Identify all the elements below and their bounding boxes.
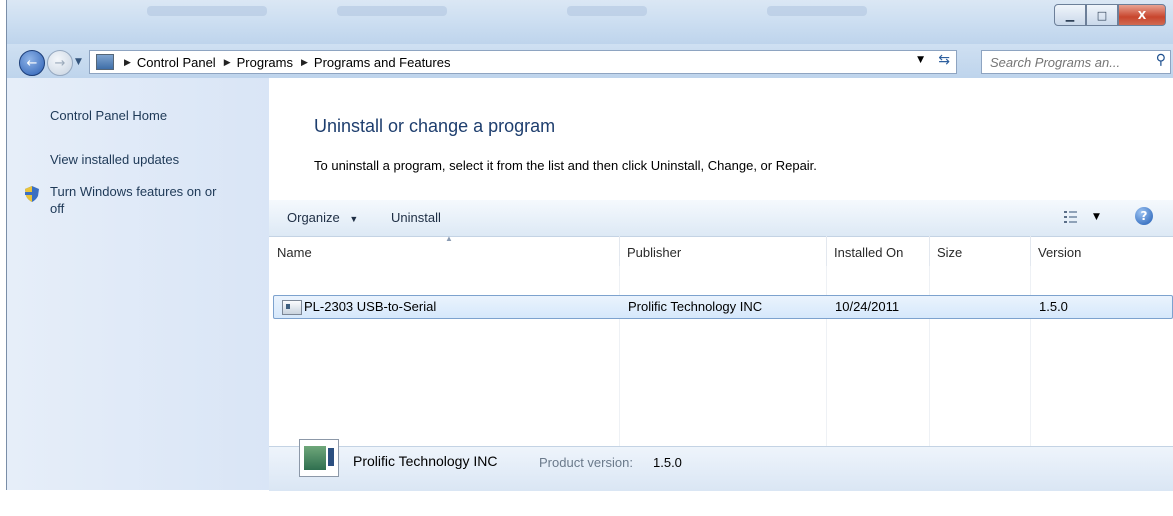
row-version: 1.5.0 bbox=[1039, 299, 1068, 314]
view-dropdown-icon[interactable]: ▼ bbox=[1093, 212, 1100, 222]
back-button[interactable]: ← bbox=[19, 50, 45, 76]
table-body bbox=[269, 266, 1173, 446]
column-divider bbox=[929, 266, 1031, 446]
title-blur bbox=[767, 6, 867, 16]
breadcrumb-control-panel[interactable]: Control Panel bbox=[137, 55, 216, 70]
command-toolbar: Organize ▼ Uninstall ▼ ? bbox=[269, 200, 1173, 237]
view-options-icon[interactable] bbox=[1063, 209, 1079, 225]
search-icon[interactable]: ⚲ bbox=[1156, 52, 1166, 68]
forward-arrow-icon: → bbox=[54, 55, 66, 71]
organize-label: Organize bbox=[287, 210, 340, 225]
column-divider bbox=[619, 266, 827, 446]
breadcrumb-programs-and-features[interactable]: Programs and Features bbox=[314, 55, 451, 70]
page-title: Uninstall or change a program bbox=[314, 116, 556, 136]
address-dropdown-icon[interactable]: ▼ bbox=[917, 55, 924, 65]
title-blur bbox=[147, 6, 267, 16]
row-installed-on: 10/24/2011 bbox=[835, 299, 900, 314]
minimize-icon: ▁ bbox=[1065, 8, 1075, 22]
chevron-right-icon[interactable]: ▶ bbox=[224, 57, 231, 68]
breadcrumb-programs[interactable]: Programs bbox=[237, 55, 293, 70]
minimize-button[interactable]: ▁ bbox=[1054, 4, 1086, 26]
forward-button[interactable]: → bbox=[47, 50, 73, 76]
close-button[interactable]: X bbox=[1118, 4, 1166, 26]
column-divider bbox=[269, 266, 620, 446]
column-header-publisher[interactable]: Publisher bbox=[619, 236, 827, 266]
row-name: PL-2303 USB-to-Serial bbox=[304, 299, 437, 314]
title-blur bbox=[337, 6, 447, 16]
recent-pages-dropdown-icon[interactable]: ▼ bbox=[75, 57, 82, 67]
search-box[interactable]: ⚲ bbox=[981, 50, 1171, 74]
table-header: Name ▲ Publisher Installed On Size Versi… bbox=[269, 234, 1173, 266]
chevron-down-icon: ▼ bbox=[349, 214, 359, 224]
column-header-size[interactable]: Size bbox=[929, 236, 1031, 266]
uninstall-button[interactable]: Uninstall bbox=[391, 210, 441, 225]
details-version-value: 1.5.0 bbox=[653, 455, 682, 470]
row-publisher: Prolific Technology INC bbox=[628, 299, 763, 314]
window-controls: ▁ □ X bbox=[1054, 4, 1166, 26]
back-arrow-icon: ← bbox=[26, 55, 38, 71]
page-description: To uninstall a program, select it from t… bbox=[314, 158, 817, 173]
maximize-icon: □ bbox=[1096, 8, 1108, 22]
title-blur bbox=[567, 6, 647, 16]
refresh-icon[interactable]: ⇆ bbox=[938, 52, 950, 68]
program-large-icon bbox=[299, 439, 339, 477]
column-header-installed-on[interactable]: Installed On bbox=[826, 236, 930, 266]
column-divider bbox=[826, 266, 930, 446]
maximize-button[interactable]: □ bbox=[1086, 4, 1118, 26]
chevron-right-icon[interactable]: ▶ bbox=[124, 57, 131, 68]
navigation-bar: ← → ▼ ▶ Control Panel ▶ Programs ▶ Progr… bbox=[7, 44, 1173, 78]
details-pane: Prolific Technology INC Product version:… bbox=[269, 439, 1173, 491]
details-publisher: Prolific Technology INC bbox=[353, 453, 498, 469]
sidebar-item-view-installed-updates[interactable]: View installed updates bbox=[50, 152, 179, 167]
breadcrumb: ▶ Control Panel ▶ Programs ▶ Programs an… bbox=[120, 55, 450, 70]
programs-window: ▁ □ X ← → ▼ ▶ Control Panel ▶ Programs ▶… bbox=[6, 0, 1173, 491]
sort-ascending-icon: ▲ bbox=[445, 234, 453, 243]
search-input[interactable] bbox=[988, 51, 1142, 73]
column-header-version[interactable]: Version bbox=[1030, 236, 1173, 266]
address-bar[interactable]: ▶ Control Panel ▶ Programs ▶ Programs an… bbox=[89, 50, 957, 74]
column-header-name[interactable]: Name ▲ bbox=[269, 234, 620, 266]
close-icon: X bbox=[1137, 8, 1147, 22]
sidebar-item-control-panel-home[interactable]: Control Panel Home bbox=[50, 108, 167, 123]
details-version-label: Product version: bbox=[539, 455, 633, 470]
organize-button[interactable]: Organize ▼ bbox=[287, 210, 358, 225]
sidebar-item-windows-features-cont[interactable]: off bbox=[50, 201, 64, 216]
control-panel-icon bbox=[96, 54, 114, 70]
main-content: Uninstall or change a program To uninsta… bbox=[269, 78, 1173, 491]
sidebar: Control Panel Home View installed update… bbox=[7, 78, 270, 490]
sidebar-item-windows-features[interactable]: Turn Windows features on or bbox=[50, 184, 216, 199]
application-icon bbox=[282, 300, 302, 315]
shield-icon bbox=[25, 186, 39, 202]
help-icon[interactable]: ? bbox=[1135, 207, 1153, 225]
title-bar[interactable]: ▁ □ X bbox=[7, 0, 1173, 44]
chevron-right-icon[interactable]: ▶ bbox=[301, 57, 308, 68]
table-row[interactable]: PL-2303 USB-to-Serial Prolific Technolog… bbox=[273, 295, 1173, 319]
